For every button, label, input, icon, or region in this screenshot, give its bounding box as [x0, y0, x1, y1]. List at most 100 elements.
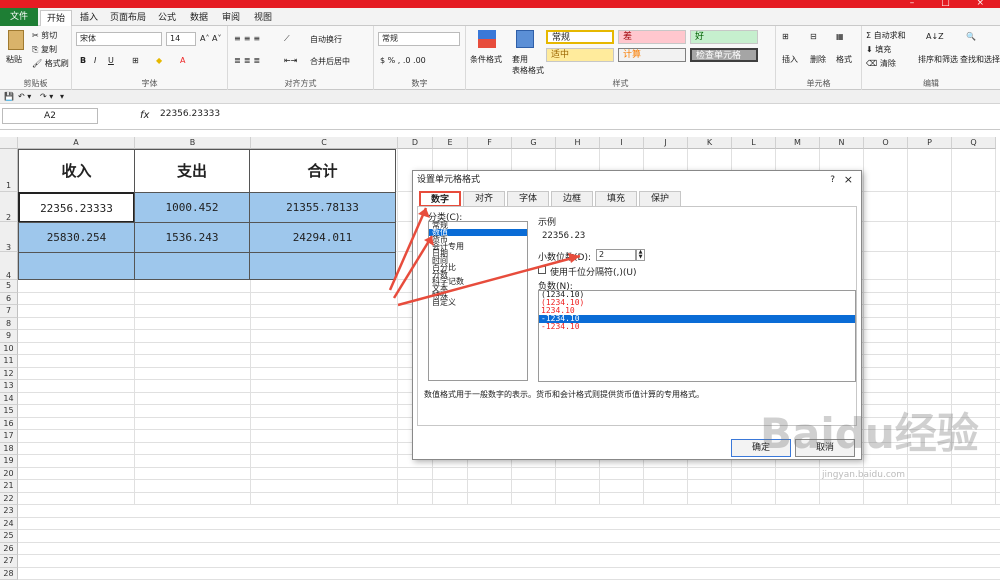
close-button[interactable]: ×: [844, 171, 853, 189]
row-header-6[interactable]: 6: [0, 293, 18, 306]
cell-b3[interactable]: 1536.243: [134, 222, 250, 253]
bold-button[interactable]: B: [80, 56, 86, 65]
tab-data[interactable]: 数据: [184, 10, 214, 26]
column-header-m[interactable]: M: [776, 137, 820, 149]
delete-cell-button[interactable]: 删除: [810, 54, 826, 65]
merge-center-button[interactable]: 合并后居中: [310, 56, 350, 67]
font-name-select[interactable]: 宋体: [76, 32, 162, 46]
row-header-22[interactable]: 22: [0, 493, 18, 506]
tab-file[interactable]: 文件: [0, 8, 38, 26]
fx-icon[interactable]: fx: [140, 110, 149, 121]
column-header-k[interactable]: K: [688, 137, 732, 149]
header-expense[interactable]: 支出: [134, 149, 250, 193]
table-format-button[interactable]: 套用 表格格式: [512, 54, 544, 76]
underline-button[interactable]: U: [108, 56, 114, 65]
column-header-c[interactable]: C: [251, 137, 398, 149]
row-header-28[interactable]: 28: [0, 568, 18, 580]
border-icon[interactable]: ⊞: [132, 56, 139, 65]
row-header-10[interactable]: 10: [0, 343, 18, 356]
tab-page-layout[interactable]: 页面布局: [104, 10, 152, 26]
column-header-h[interactable]: H: [556, 137, 600, 149]
style-check-cell[interactable]: 检查单元格: [690, 48, 758, 62]
header-total[interactable]: 合计: [249, 149, 396, 193]
decimal-places-input[interactable]: 2: [596, 249, 636, 261]
conditional-format-icon[interactable]: [478, 30, 496, 48]
horizontal-align-icons[interactable]: ≣≣≣: [234, 56, 263, 65]
row-header-17[interactable]: 17: [0, 430, 18, 443]
column-header-a[interactable]: A: [18, 137, 135, 149]
row-header-14[interactable]: 14: [0, 393, 18, 406]
number-format-select[interactable]: 常规: [378, 32, 460, 46]
tab-insert[interactable]: 插入: [74, 10, 104, 26]
row-header-19[interactable]: 19: [0, 455, 18, 468]
column-header-o[interactable]: O: [864, 137, 908, 149]
tab-alignment[interactable]: 对齐: [463, 191, 505, 207]
row-header-11[interactable]: 11: [0, 355, 18, 368]
column-header-n[interactable]: N: [820, 137, 864, 149]
cell-b2[interactable]: 1000.452: [134, 192, 250, 223]
tab-font[interactable]: 字体: [507, 191, 549, 207]
undo-icon[interactable]: ↶ ▾: [18, 92, 31, 101]
column-header-q[interactable]: Q: [952, 137, 996, 149]
style-normal[interactable]: 常规: [546, 30, 614, 44]
tab-border[interactable]: 边框: [551, 191, 593, 207]
cell-c4[interactable]: [249, 252, 396, 280]
row-header-2[interactable]: 2: [0, 192, 18, 222]
autosum-button[interactable]: Σ 自动求和: [866, 30, 906, 41]
row-header-23[interactable]: 23: [0, 505, 18, 518]
cell-a4[interactable]: [18, 252, 135, 280]
format-cell-icon[interactable]: ▦: [836, 32, 844, 41]
window-controls[interactable]: – □ ×: [910, 0, 996, 8]
column-header-i[interactable]: I: [600, 137, 644, 149]
column-header-j[interactable]: J: [644, 137, 688, 149]
italic-button[interactable]: I: [94, 56, 96, 65]
number-format-icons[interactable]: $ % , .0 .00: [380, 56, 426, 65]
cell-b4[interactable]: [134, 252, 250, 280]
fill-button[interactable]: ⬇ 填充: [866, 44, 891, 55]
negative-numbers-list[interactable]: (1234.10) (1234.10) 1234.10 -1234.10 -12…: [538, 290, 856, 382]
help-button[interactable]: ?: [830, 171, 835, 189]
cell-a3[interactable]: 25830.254: [18, 222, 135, 253]
tab-home[interactable]: 开始: [40, 10, 72, 26]
column-header-l[interactable]: L: [732, 137, 776, 149]
row-header-4[interactable]: 4: [0, 252, 18, 280]
negative-option[interactable]: 1234.10: [539, 307, 855, 315]
column-header-f[interactable]: F: [468, 137, 512, 149]
paste-button[interactable]: 粘贴: [6, 54, 22, 65]
font-color-icon[interactable]: A: [180, 56, 185, 65]
wrap-text-button[interactable]: 自动换行: [310, 34, 342, 45]
tab-review[interactable]: 审阅: [216, 10, 246, 26]
formula-input[interactable]: 22356.23333: [160, 109, 220, 119]
find-select-button[interactable]: 查找和选择: [960, 54, 1000, 65]
column-header-g[interactable]: G: [512, 137, 556, 149]
row-header-24[interactable]: 24: [0, 518, 18, 531]
style-good[interactable]: 好: [690, 30, 758, 44]
clear-button[interactable]: ⌫ 清除: [866, 58, 896, 69]
row-header-16[interactable]: 16: [0, 418, 18, 431]
copy-button[interactable]: ⎘ 复制: [32, 44, 57, 55]
fill-color-icon[interactable]: ◆: [156, 56, 162, 65]
name-box[interactable]: A2: [2, 108, 98, 124]
row-header-1[interactable]: 1: [0, 149, 18, 192]
row-header-25[interactable]: 25: [0, 530, 18, 543]
style-neutral[interactable]: 适中: [546, 48, 614, 62]
row-header-5[interactable]: 5: [0, 280, 18, 293]
row-header-12[interactable]: 12: [0, 368, 18, 381]
cell-a2[interactable]: 22356.23333: [18, 192, 135, 223]
delete-cell-icon[interactable]: ⊟: [810, 32, 817, 41]
column-header-d[interactable]: D: [398, 137, 433, 149]
select-all-corner[interactable]: [0, 137, 18, 149]
column-header-b[interactable]: B: [135, 137, 251, 149]
row-header-27[interactable]: 27: [0, 555, 18, 568]
format-painter-button[interactable]: 🖌 格式刷: [32, 58, 69, 69]
font-size-select[interactable]: 14: [166, 32, 196, 46]
row-header-26[interactable]: 26: [0, 543, 18, 556]
paste-icon[interactable]: [8, 30, 24, 50]
tab-fill[interactable]: 填充: [595, 191, 637, 207]
style-bad[interactable]: 差: [618, 30, 686, 44]
tab-formulas[interactable]: 公式: [152, 10, 182, 26]
row-header-7[interactable]: 7: [0, 305, 18, 318]
cell-c3[interactable]: 24294.011: [249, 222, 396, 253]
header-income[interactable]: 收入: [18, 149, 135, 193]
negative-option[interactable]: -1234.10: [539, 323, 855, 331]
